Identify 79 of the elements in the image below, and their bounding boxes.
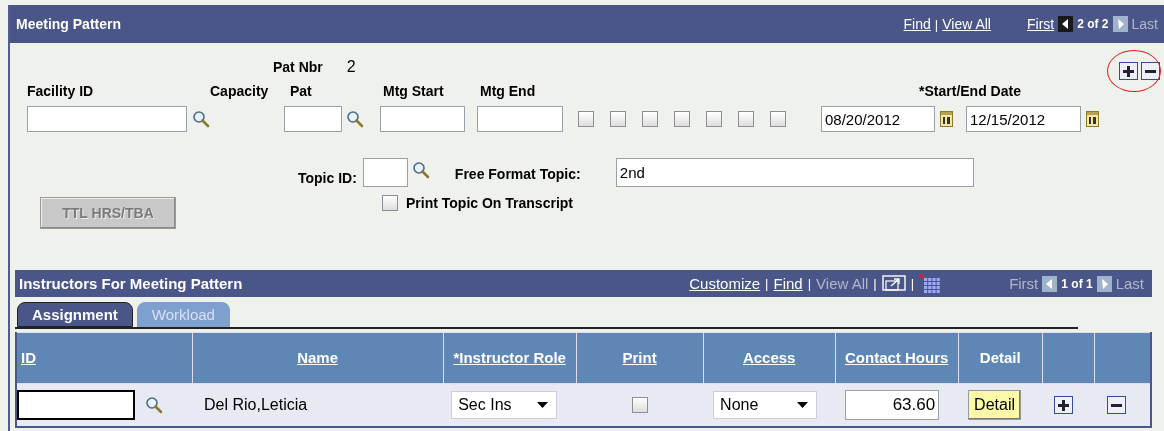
caret-icon xyxy=(537,402,549,408)
facility-id-field[interactable] xyxy=(27,106,187,132)
checkbox[interactable] xyxy=(770,111,786,127)
contact-hours-field[interactable]: 63.60 xyxy=(845,390,940,420)
delete-row-button[interactable] xyxy=(1141,62,1160,80)
field-label: *Start/End Date xyxy=(918,83,1022,99)
new-window-icon[interactable] xyxy=(881,274,906,293)
topic-id-field[interactable] xyxy=(362,158,408,187)
caret-icon xyxy=(797,402,809,408)
field-label: Mtg End xyxy=(480,83,537,99)
plus-icon xyxy=(1057,398,1071,412)
mtg-start-field[interactable] xyxy=(380,106,465,132)
instructor-id-field[interactable] xyxy=(17,390,135,420)
search-icon[interactable] xyxy=(192,110,210,128)
tab[interactable]: Assignment xyxy=(17,302,133,327)
pat-field[interactable] xyxy=(284,106,342,132)
checkbox[interactable] xyxy=(674,111,690,127)
checkbox[interactable] xyxy=(738,111,754,127)
calendar-icon[interactable] xyxy=(940,111,953,127)
checkbox-label: Print Topic On Transcript xyxy=(406,195,573,211)
field-label: Pat Nbr xyxy=(273,59,323,75)
separator: | xyxy=(934,16,939,32)
separator: | xyxy=(910,276,915,291)
add-row-button[interactable] xyxy=(1119,62,1138,80)
header-link[interactable]: View All xyxy=(942,16,991,32)
access-dropdown[interactable]: None xyxy=(713,391,818,419)
panel-title: Meeting Pattern xyxy=(16,16,121,32)
separator: | xyxy=(873,276,877,291)
column-header: Detail xyxy=(958,332,1043,384)
header-link[interactable]: Find xyxy=(903,16,931,32)
checkbox[interactable] xyxy=(382,195,398,211)
grid-title: Instructors For Meeting Pattern xyxy=(19,275,243,292)
column-header[interactable]: Print xyxy=(576,332,704,384)
checkbox[interactable] xyxy=(631,397,648,413)
checkbox[interactable] xyxy=(642,111,658,127)
next-icon[interactable] xyxy=(1112,16,1128,32)
page-position: 2 of 2 xyxy=(1077,17,1109,31)
free-format-topic-field[interactable]: 2nd xyxy=(615,158,974,187)
checkbox[interactable] xyxy=(610,111,626,127)
last-link[interactable]: Last xyxy=(1131,16,1158,32)
field-label: Free Format Topic: xyxy=(454,165,582,184)
start-date-field[interactable]: 08/20/2012 xyxy=(821,106,935,132)
column-header[interactable]: ID xyxy=(16,332,192,384)
page-position: 1 of 1 xyxy=(1061,276,1093,291)
grid-link[interactable]: Customize xyxy=(689,275,761,292)
first-link[interactable]: First xyxy=(1026,16,1055,32)
previous-icon[interactable] xyxy=(1058,16,1074,32)
role-dropdown[interactable]: Sec Ins xyxy=(451,391,558,419)
search-icon[interactable] xyxy=(411,161,430,179)
table-cell: Del Rio,Leticia xyxy=(192,383,444,427)
column-header[interactable]: Contact Hours xyxy=(835,332,959,384)
search-icon[interactable] xyxy=(145,396,163,414)
checkbox[interactable] xyxy=(578,111,594,127)
search-icon[interactable] xyxy=(346,110,364,128)
separator: | xyxy=(765,276,769,291)
previous-icon[interactable] xyxy=(1042,275,1058,292)
column-header[interactable]: *Instructor Role xyxy=(443,332,577,384)
delete-row-button[interactable] xyxy=(1106,396,1126,414)
column-header[interactable]: Access xyxy=(703,332,836,384)
end-date-field[interactable]: 12/15/2012 xyxy=(966,106,1081,132)
field-label: Capacity xyxy=(210,83,270,99)
column-header[interactable]: Name xyxy=(192,332,444,384)
field-label: Mtg Start xyxy=(383,83,445,99)
field-label: Facility ID xyxy=(27,83,95,99)
next-icon[interactable] xyxy=(1096,275,1112,292)
grid-link[interactable]: Find xyxy=(773,275,803,292)
add-row-button[interactable] xyxy=(1054,396,1074,414)
calendar-icon[interactable] xyxy=(1086,111,1099,127)
detail-button[interactable]: Detail xyxy=(968,390,1021,420)
plus-icon xyxy=(1122,64,1135,78)
grid-icon[interactable] xyxy=(919,273,942,294)
field-label: Pat xyxy=(290,83,313,99)
mtg-end-field[interactable] xyxy=(477,106,563,132)
last-link[interactable]: Last xyxy=(1115,275,1144,292)
first-link[interactable]: First xyxy=(1009,275,1039,292)
separator: | xyxy=(807,276,812,291)
field-label: Topic ID: xyxy=(298,170,357,186)
pattern-number: 2 xyxy=(346,58,356,76)
checkbox[interactable] xyxy=(706,111,722,127)
